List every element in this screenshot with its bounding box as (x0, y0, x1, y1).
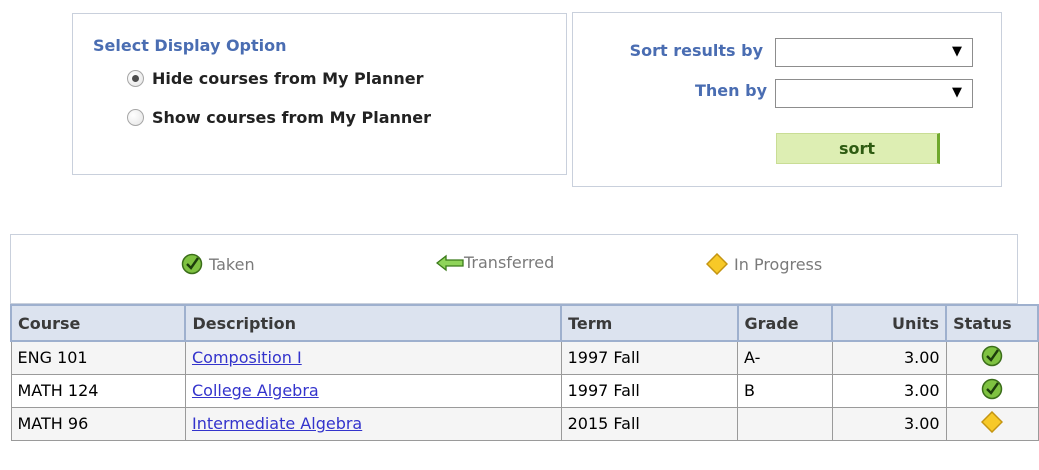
then-by-select[interactable]: ▼ (775, 79, 973, 108)
course-description-link[interactable]: College Algebra (192, 381, 319, 400)
course-cell: ENG 101 (10, 340, 186, 375)
grade-cell: B (737, 373, 833, 408)
legend-in-progress-label: In Progress (734, 254, 823, 274)
table-row: ENG 101 Composition I 1997 Fall A- 3.00 (10, 340, 1039, 375)
course-description-link[interactable]: Intermediate Algebra (192, 414, 362, 433)
legend-transferred: Transferred (436, 253, 554, 272)
header-course: Course (9, 304, 187, 342)
show-planner-courses-option[interactable]: Show courses from My Planner (127, 108, 431, 127)
legend-taken: Taken (181, 253, 255, 275)
checkmark-icon (981, 345, 1003, 366)
display-option-title: Select Display Option (93, 36, 287, 55)
sort-by-select[interactable]: ▼ (775, 38, 973, 67)
status-cell (945, 373, 1039, 408)
term-cell: 1997 Fall (560, 373, 739, 408)
hide-planner-courses-option[interactable]: Hide courses from My Planner (127, 69, 424, 88)
course-description-link[interactable]: Composition I (192, 348, 302, 367)
status-cell (945, 406, 1039, 441)
checkmark-icon (181, 253, 203, 275)
legend-transferred-label: Transferred (464, 253, 555, 272)
show-planner-label: Show courses from My Planner (152, 108, 432, 127)
checkmark-icon (981, 378, 1003, 399)
course-cell: MATH 124 (10, 373, 186, 408)
grade-cell (737, 406, 833, 441)
dropdown-arrow-icon: ▼ (952, 44, 962, 59)
sort-by-label: Sort results by (629, 41, 763, 60)
arrow-left-icon (436, 254, 464, 271)
header-status: Status (945, 304, 1039, 342)
diamond-icon (980, 410, 1004, 433)
units-cell: 3.00 (831, 340, 947, 375)
status-cell (945, 340, 1039, 375)
table-row: MATH 124 College Algebra 1997 Fall B 3.0… (10, 373, 1039, 408)
description-cell: College Algebra (184, 373, 562, 408)
description-cell: Composition I (184, 340, 562, 375)
header-description: Description (184, 304, 563, 342)
show-planner-radio[interactable] (127, 109, 144, 126)
term-cell: 2015 Fall (560, 406, 739, 441)
description-cell: Intermediate Algebra (184, 406, 562, 441)
status-legend: Taken Transferred In Progress (10, 234, 1018, 304)
hide-planner-label: Hide courses from My Planner (152, 69, 424, 88)
diamond-icon (706, 253, 728, 275)
legend-taken-label: Taken (209, 254, 255, 274)
header-grade: Grade (736, 304, 834, 342)
course-cell: MATH 96 (10, 406, 186, 441)
header-units: Units (831, 304, 948, 342)
table-header-row: Course Description Term Grade Units Stat… (9, 304, 1039, 342)
display-option-panel: Select Display Option Hide courses from … (72, 13, 567, 175)
course-table: Course Description Term Grade Units Stat… (9, 304, 1039, 441)
sort-button[interactable]: sort (776, 133, 940, 164)
dropdown-arrow-icon: ▼ (952, 85, 962, 100)
legend-in-progress: In Progress (706, 253, 822, 275)
sort-panel: Sort results by ▼ Then by ▼ sort (572, 12, 1002, 187)
grade-cell: A- (737, 340, 833, 375)
term-cell: 1997 Fall (560, 340, 739, 375)
header-term: Term (560, 304, 739, 342)
hide-planner-radio[interactable] (127, 70, 144, 87)
units-cell: 3.00 (831, 406, 947, 441)
table-row: MATH 96 Intermediate Algebra 2015 Fall 3… (10, 406, 1039, 441)
units-cell: 3.00 (831, 373, 947, 408)
then-by-label: Then by (695, 81, 767, 100)
